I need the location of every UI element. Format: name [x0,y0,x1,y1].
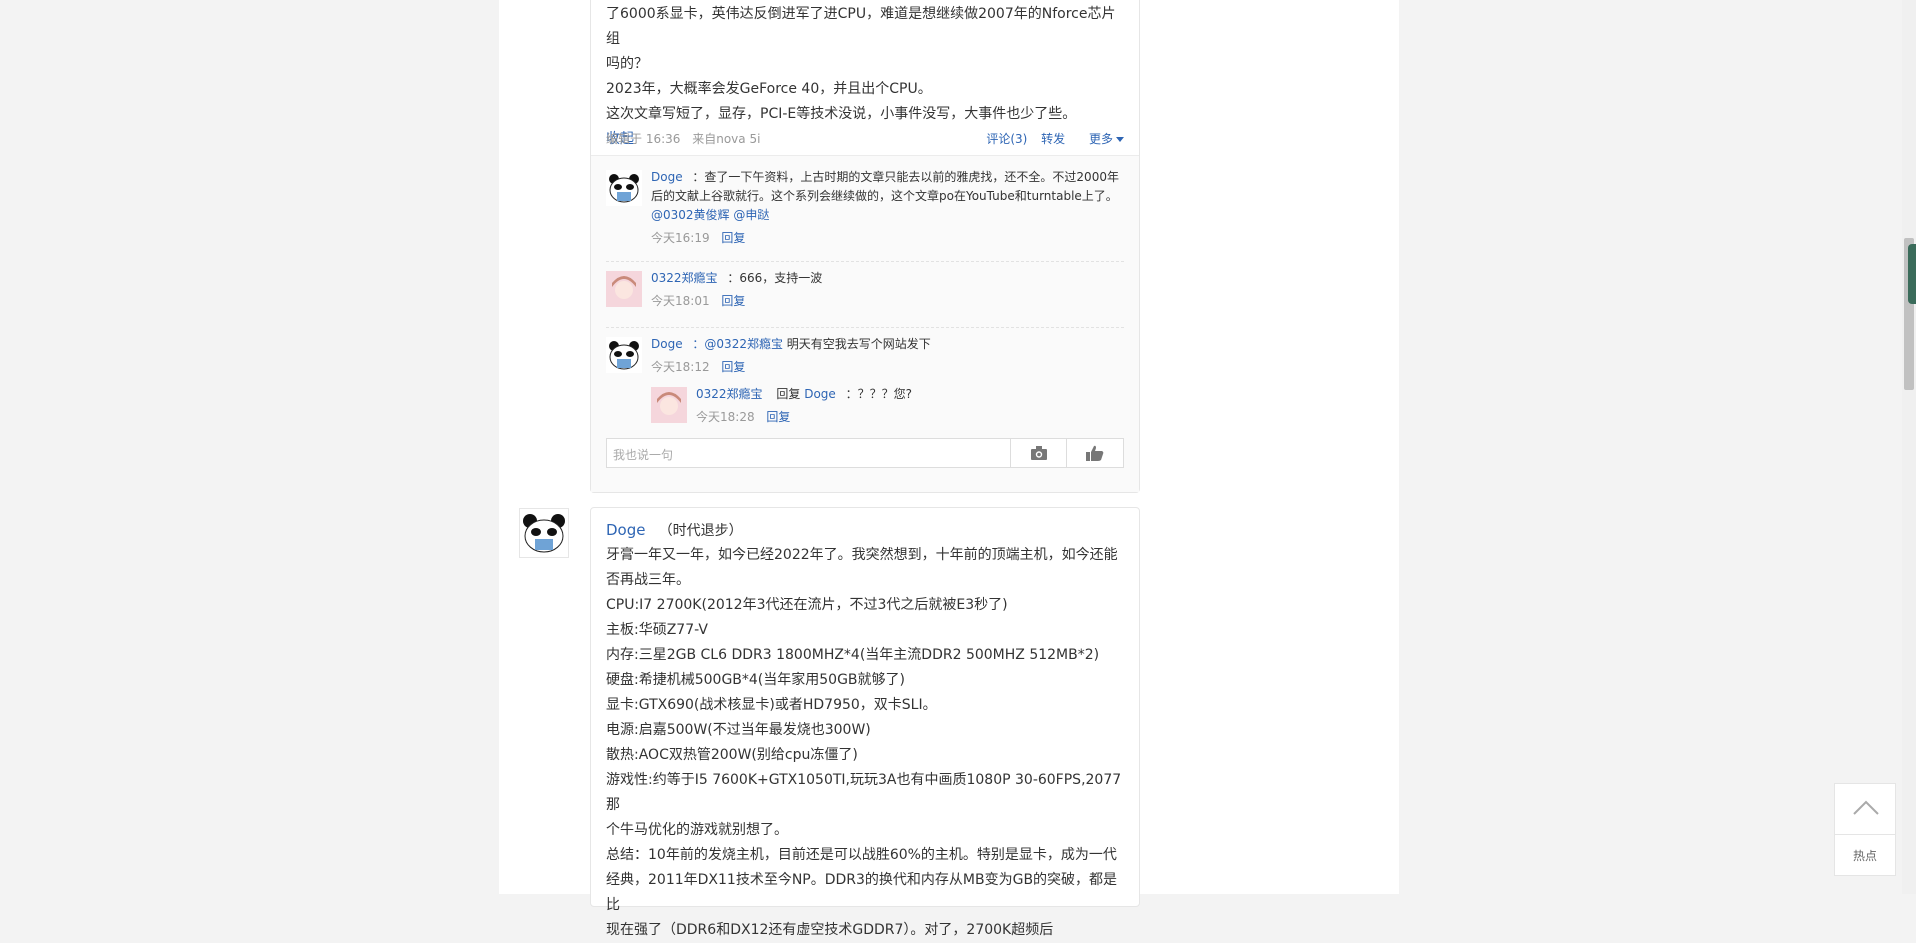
caret-down-icon [1116,137,1124,142]
post-author[interactable]: Doge [606,521,645,539]
comment-user[interactable]: Doge [651,170,683,184]
comment-time: 今天18:01 [651,294,710,308]
girl-avatar-icon [606,271,642,307]
reply-link[interactable]: 回复 [721,231,745,245]
panda-avatar-icon [520,509,568,557]
photo-button[interactable] [1010,439,1067,467]
post-line: CPU:I7 2700K(2012年3代还在流片，不过3代之后就被E3秒了) [606,597,1008,613]
comment-item: 0322郑瘾宝 ：666，支持一波 今天18:01 回复 [606,269,1124,311]
camera-icon [1031,446,1047,460]
post-line: 否再战三年。 [606,572,690,588]
post-line: 电源:启嘉500W(不过当年最发烧也300W) [606,722,871,738]
reply-link[interactable]: 回复 [721,294,745,308]
reply-link[interactable]: 回复 [721,360,745,374]
comment-time: 今天18:28 [696,410,755,424]
comment-item: Doge ：查了一下午资料，上古时期的文章只能去以前的雅虎找，还不全。不过200… [606,168,1124,248]
post-line: 总结：10年前的发烧主机，目前还是可以战胜60%的主机。特别是显卡，成为一代 [606,847,1117,863]
comment-time: 今天16:19 [651,231,710,245]
post-line: 散热:AOC双热管200W(别给cpu冻僵了) [606,747,858,763]
girl-avatar-icon [651,387,687,423]
more-dropdown[interactable]: 更多 [1079,132,1124,146]
comment-user[interactable]: 0322郑瘾宝 [696,387,763,401]
avatar[interactable] [651,387,687,423]
comment-text: ：？？？您? [845,387,913,401]
post-tail: （时代退步） [658,523,743,539]
post-source: 来自nova 5i [692,132,761,146]
post-line: 2023年，大概率会发GeForce 40，并且出个CPU。 [606,81,932,97]
post-card: Doge （时代退步） 牙膏一年又一年，如今已经2022年了。我突然想到，十年前… [590,507,1140,938]
comment-time: 今天18:12 [651,360,710,374]
comment-text: ：666，支持一波 [727,271,823,285]
comment-text: ：查了一下午资料，上古时期的文章只能去以前的雅虎找，还不全。不过2000年后的文… [651,170,1119,203]
avatar[interactable] [606,271,642,307]
post-line: 内存:三星2GB CL6 DDR3 1800MHZ*4(当年主流DDR2 500… [606,647,1100,663]
comment-section: Doge ：查了一下午资料，上古时期的文章只能去以前的雅虎找，还不全。不过200… [591,155,1139,492]
post-line: 吗的？ [606,56,648,72]
reply-input[interactable]: 我也说一句 [606,438,1124,468]
like-button[interactable] [1066,439,1123,467]
post-line: 个牛马优化的游戏就别想了。 [606,822,788,838]
divider [606,261,1124,262]
hot-label: 热点 [1852,849,1877,863]
avatar[interactable] [606,337,642,373]
nested-reply-item: 0322郑瘾宝 回复 Doge ：？？？您? 今天18:28 回复 [651,385,1124,427]
avatar[interactable] [606,170,642,206]
post-line: 经典，2011年DX11技术至今NP。DDR3的换代和内存从MB变为GB的突破，… [606,872,1118,913]
post-line: 现在强了（DDR6和DX12还有虚空技术GDDR7）。对了，2700K超频后 [606,922,1054,938]
reply-word: 回复 [776,387,801,401]
post-line: 显卡:GTX690(战术核显卡)或者HD7950，双卡SLI。 [606,697,937,713]
comment-text: 明天有空我去写个网站发下 [782,337,931,351]
post-line: 牙膏一年又一年，如今已经2022年了。我突然想到，十年前的顶端主机，如今还能 [606,547,1118,563]
post-body: 牙膏一年又一年，如今已经2022年了。我突然想到，十年前的顶端主机，如今还能 否… [606,543,1124,943]
reply-link[interactable]: 回复 [766,410,790,424]
edited-time: 编辑于 16:36 [606,132,681,146]
post-line: 这次文章写短了，显存，PCI-E等技术没说，小事件没写，大事件也少了些。 [606,106,1077,122]
comment-mentions[interactable]: @0302黄俊辉 @申跶 [651,206,1124,225]
comments-link[interactable]: 评论(3) [986,132,1027,146]
more-label: 更多 [1088,132,1113,146]
divider [606,327,1124,328]
panda-avatar-icon [606,170,642,206]
hot-button[interactable]: 热点 [1834,834,1896,876]
back-to-top-button[interactable] [1834,783,1896,835]
post-line: 游戏性:约等于I5 7600K+GTX1050TI,玩玩3A也有中画质1080P… [606,772,1122,813]
thumbs-up-icon [1086,445,1104,461]
post-line: 硬盘:希捷机械500GB*4(当年家用50GB就够了) [606,672,905,688]
comment-mention[interactable]: ：@0322郑瘾宝 [692,337,783,351]
panda-avatar-icon [606,337,642,373]
post-meta: 编辑于 16:36 来自nova 5i 评论(3) 转发 更多 [606,130,1124,148]
chevron-up-icon [1853,800,1879,815]
scrollbar[interactable] [1902,0,1916,894]
post-card: 了6000系显卡，英伟达反倒进军了进CPU，难道是想继续做2007年的Nforc… [590,0,1140,493]
post-header: Doge （时代退步） [606,520,743,540]
side-widget-tab[interactable] [1908,244,1916,304]
post-line: 了6000系显卡，英伟达反倒进军了进CPU，难道是想继续做2007年的Nforc… [606,6,1116,47]
post-line: 主板:华硕Z77-V [606,622,708,638]
comment-user[interactable]: 0322郑瘾宝 [651,271,718,285]
forward-link[interactable]: 转发 [1041,132,1065,146]
comment-item: Doge ：@0322郑瘾宝 明天有空我去写个网站发下 今天18:12 回复 [606,335,1124,377]
reply-to-user[interactable]: Doge [804,387,836,401]
comment-user[interactable]: Doge [651,337,683,351]
author-avatar[interactable] [519,508,569,558]
reply-placeholder: 我也说一句 [613,448,674,462]
